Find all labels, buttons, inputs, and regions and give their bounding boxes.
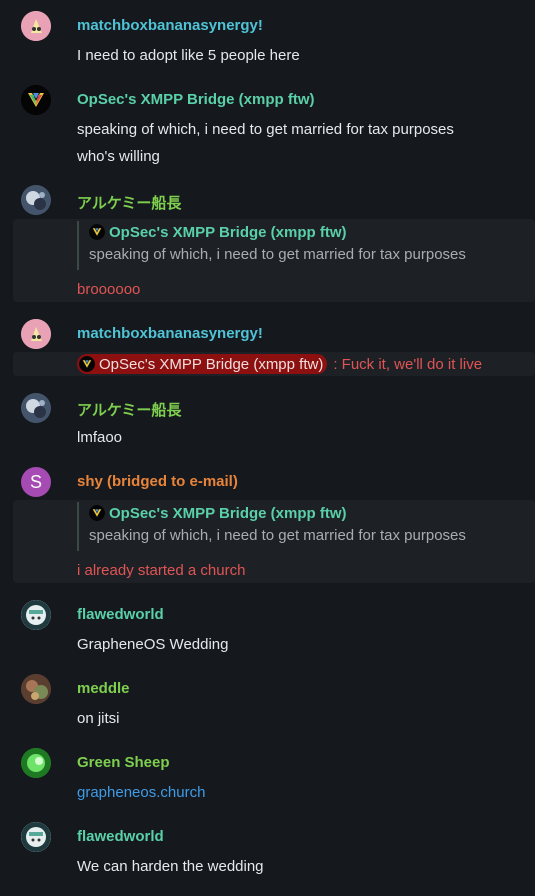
quote-sender-row: OpSec's XMPP Bridge (xmpp ftw) [89, 502, 466, 524]
message-body: speaking of which, i need to get married… [77, 121, 454, 138]
sender-name[interactable]: shy (bridged to e-mail) [77, 473, 238, 490]
avatar-image [21, 674, 51, 704]
avatar[interactable] [21, 11, 51, 41]
reply-quote[interactable]: OpSec's XMPP Bridge (xmpp ftw) speaking … [77, 221, 466, 270]
quote-sender-row: OpSec's XMPP Bridge (xmpp ftw) [89, 221, 466, 243]
reply-quote[interactable]: OpSec's XMPP Bridge (xmpp ftw) speaking … [77, 502, 466, 551]
avatar-image [21, 85, 51, 115]
message-body: GrapheneOS Wedding [77, 636, 229, 653]
sender-name[interactable]: アルケミー船長 [77, 192, 181, 213]
avatar-image [21, 393, 51, 423]
mention-avatar [79, 356, 95, 372]
avatar-image [21, 185, 51, 215]
message-text: : Fuck it, we'll do it live [333, 355, 483, 373]
sender-name[interactable]: OpSec's XMPP Bridge (xmpp ftw) [77, 91, 315, 108]
quote-text: speaking of which, i need to get married… [89, 246, 466, 263]
avatar[interactable] [21, 674, 51, 704]
avatar[interactable] [21, 822, 51, 852]
message-body: on jitsi [77, 710, 120, 727]
user-mention-pill[interactable]: OpSec's XMPP Bridge (xmpp ftw) [77, 354, 328, 374]
avatar-image [21, 822, 51, 852]
avatar-image [21, 748, 51, 778]
message-body: who's willing [77, 148, 160, 165]
avatar[interactable] [21, 319, 51, 349]
avatar[interactable] [21, 185, 51, 215]
sender-name[interactable]: flawedworld [77, 606, 164, 623]
quote-avatar [89, 224, 105, 240]
avatar-letter: S [29, 471, 42, 492]
message-body: i already started a church [77, 562, 246, 579]
avatar[interactable] [21, 85, 51, 115]
avatar-image [21, 319, 51, 349]
quote-text: speaking of which, i need to get married… [89, 527, 466, 544]
quote-avatar [89, 505, 105, 521]
sender-name[interactable]: meddle [77, 680, 130, 697]
quote-sender-name: OpSec's XMPP Bridge (xmpp ftw) [109, 223, 347, 241]
avatar-image [21, 600, 51, 630]
sender-name[interactable]: matchboxbananasynergy! [77, 325, 263, 342]
mention-name: OpSec's XMPP Bridge (xmpp ftw) [99, 355, 324, 373]
avatar[interactable] [21, 748, 51, 778]
avatar[interactable] [21, 600, 51, 630]
avatar-image [21, 11, 51, 41]
sender-name[interactable]: flawedworld [77, 828, 164, 845]
message-body: We can harden the wedding [77, 858, 264, 875]
avatar[interactable] [21, 393, 51, 423]
quote-sender-name: OpSec's XMPP Bridge (xmpp ftw) [109, 504, 347, 522]
sender-name[interactable]: matchboxbananasynergy! [77, 17, 263, 34]
message-body: lmfaoo [77, 429, 123, 446]
message-body: broooooo [77, 281, 141, 298]
message-body: OpSec's XMPP Bridge (xmpp ftw) : Fuck it… [77, 354, 482, 374]
sender-name[interactable]: Green Sheep [77, 754, 170, 771]
message-link[interactable]: grapheneos.church [77, 784, 205, 801]
sender-name[interactable]: アルケミー船長 [77, 399, 181, 420]
avatar[interactable]: S [21, 467, 51, 497]
message-body: I need to adopt like 5 people here [77, 47, 300, 64]
